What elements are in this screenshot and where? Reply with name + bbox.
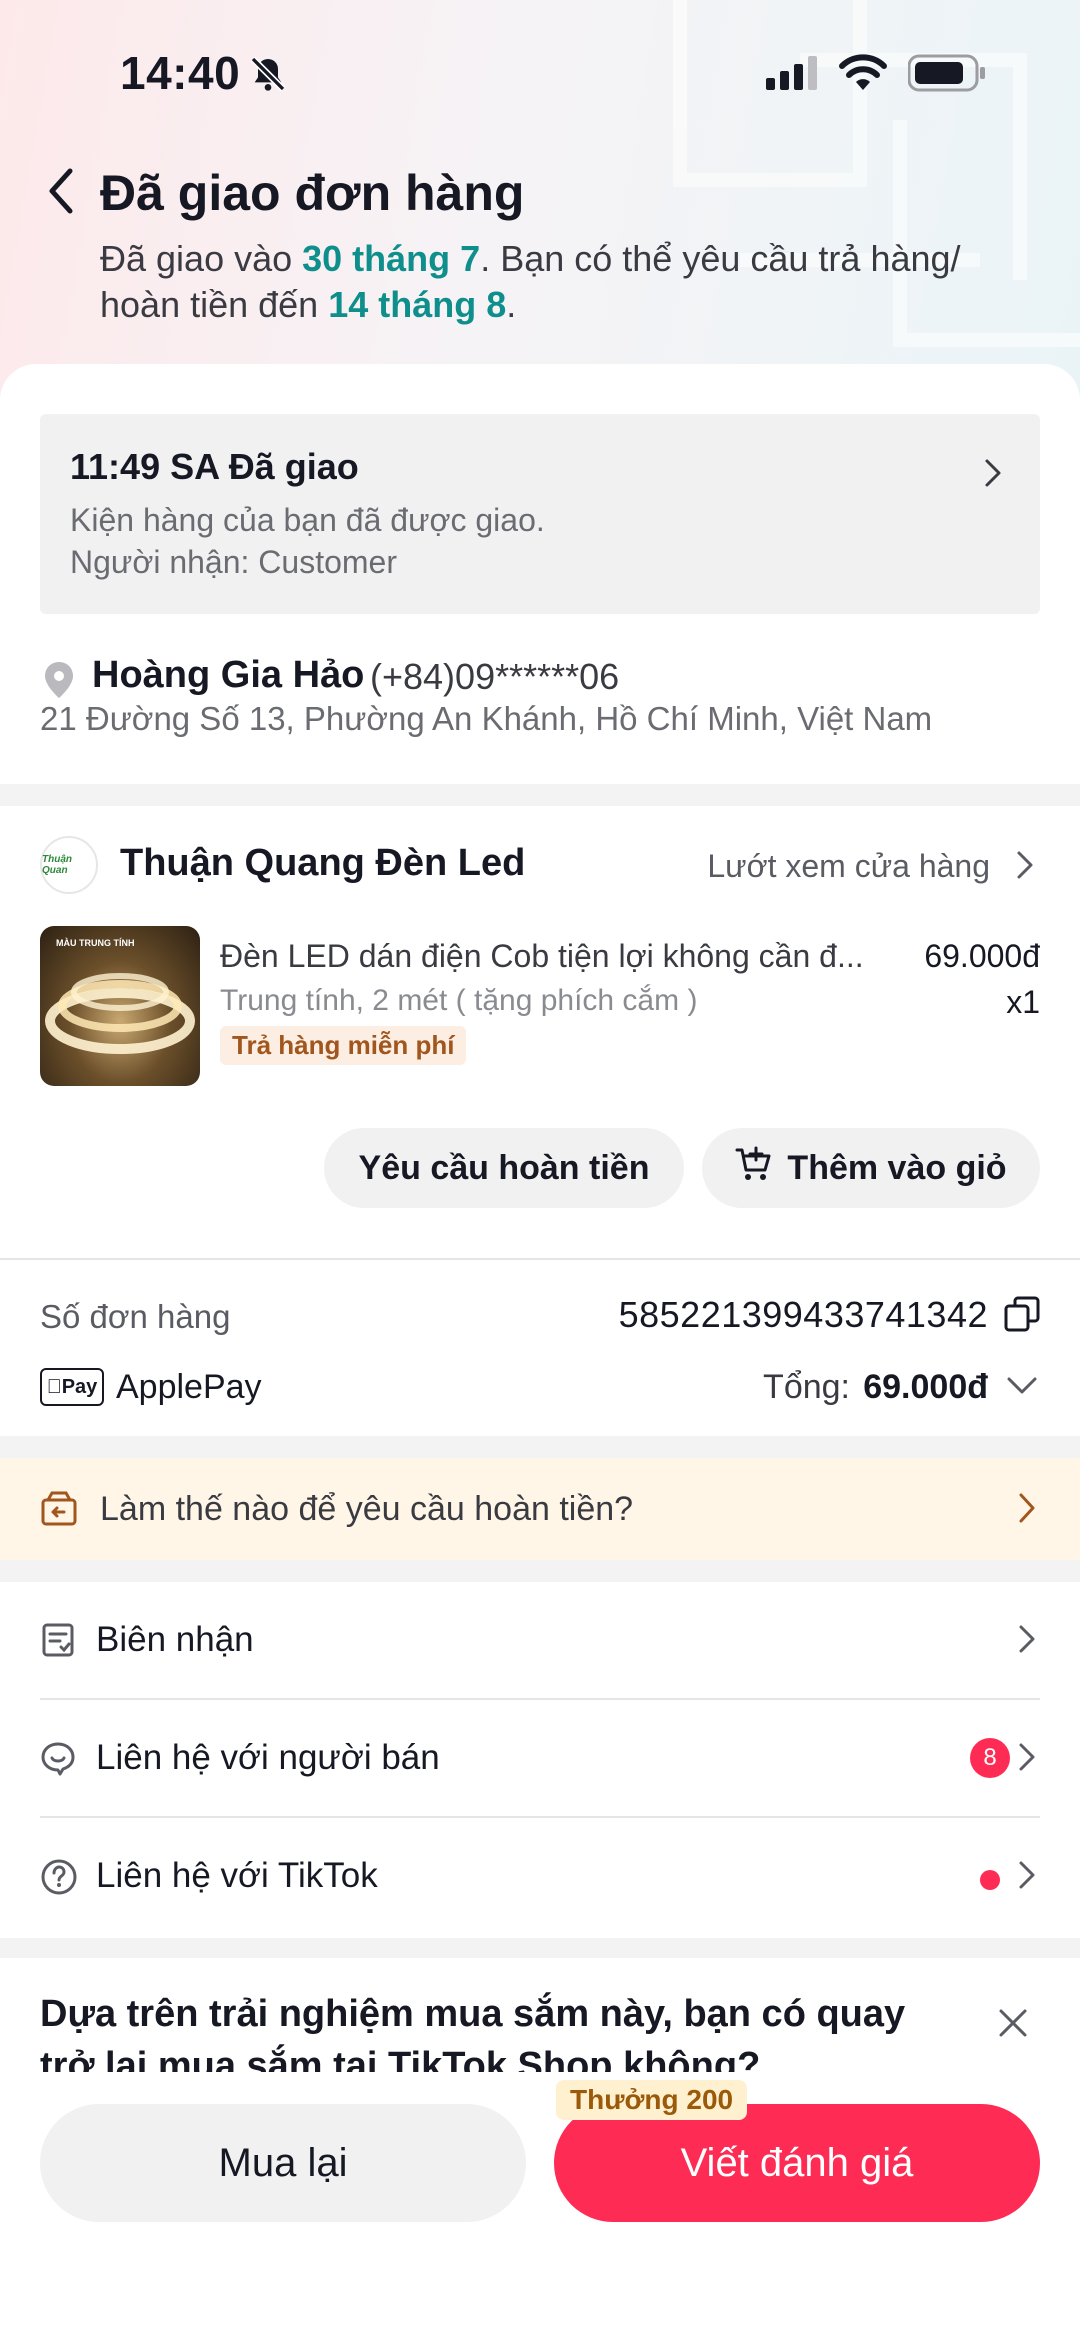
order-number-label: Số đơn hàng	[40, 1298, 231, 1335]
recipient-name: Hoàng Gia Hảo	[92, 654, 365, 696]
buy-again-button[interactable]: Mua lại	[40, 2104, 526, 2222]
refund-help-text: Làm thế nào để yêu cầu hoàn tiền?	[100, 1490, 634, 1528]
delivery-message: Kiện hàng của bạn đã được giao.	[70, 502, 545, 538]
notification-dot	[980, 1870, 1000, 1890]
chat-bubble-icon	[40, 1740, 76, 1781]
copy-icon[interactable]	[1004, 1296, 1040, 1337]
apple-logo-icon: 	[47, 1376, 62, 1399]
receipt-row[interactable]: Biên nhận	[40, 1582, 1040, 1700]
delivery-recipient: Người nhận: Customer	[70, 544, 397, 580]
chevron-right-icon	[984, 458, 1002, 493]
chevron-right-icon	[1018, 1742, 1036, 1777]
address-line: 21 Đường Số 13, Phường An Khánh, Hồ Chí …	[40, 700, 933, 737]
chevron-left-icon	[49, 168, 73, 214]
request-refund-label: Yêu cầu hoàn tiền	[358, 1148, 650, 1187]
unread-count-badge: 8	[970, 1738, 1010, 1778]
chevron-right-icon	[1018, 1624, 1036, 1659]
chevron-down-icon[interactable]	[1006, 1376, 1038, 1401]
cart-plus-icon	[735, 1146, 773, 1191]
bottom-action-bar: Mua lại Viết đánh giá Thưởng 200	[0, 2072, 1080, 2340]
contact-seller-label: Liên hệ với người bán	[96, 1738, 440, 1777]
contact-tiktok-label: Liên hệ với TikTok	[96, 1856, 378, 1895]
store-logo: Thuận Quan	[40, 836, 98, 894]
wifi-icon	[838, 52, 888, 97]
product-image-label: MÀU TRUNG TÍNH	[56, 938, 135, 948]
subtitle-text: Đã giao vào	[100, 238, 303, 279]
location-pin-icon	[44, 662, 74, 703]
led-strip-illustration: MÀU TRUNG TÍNH	[45, 938, 195, 1054]
receipt-label: Biên nhận	[96, 1620, 254, 1659]
order-number: 585221399433741342	[618, 1294, 988, 1335]
product-variant: Trung tính, 2 mét ( tặng phích cắm )	[220, 984, 698, 1017]
recipient-phone: (+84)09******06	[370, 656, 620, 697]
return-box-icon	[40, 1490, 78, 1533]
subtitle-text: .	[506, 284, 517, 325]
delivery-status: 11:49 SA Đã giao	[70, 446, 359, 487]
chevron-right-icon	[1018, 1860, 1036, 1895]
add-to-cart-button[interactable]: Thêm vào giỏ	[702, 1128, 1040, 1208]
help-circle-icon	[40, 1858, 78, 1901]
reward-badge: Thưởng 200	[556, 2080, 748, 2120]
back-button[interactable]	[36, 166, 86, 216]
contact-seller-row[interactable]: Liên hệ với người bán 8	[40, 1700, 1040, 1818]
delivery-status-box[interactable]: 11:49 SA Đã giao Kiện hàng của bạn đã đư…	[40, 414, 1040, 614]
add-to-cart-label: Thêm vào giỏ	[787, 1148, 1007, 1187]
page-title: Đã giao đơn hàng	[100, 165, 525, 221]
status-bar: 14:40	[0, 0, 1080, 140]
chevron-right-icon	[1016, 850, 1034, 885]
product-title[interactable]: Đèn LED dán điện Cob tiện lợi không cần …	[220, 938, 890, 975]
payment-method: ApplePay	[116, 1368, 262, 1406]
refund-help-banner[interactable]: Làm thế nào để yêu cầu hoàn tiền?	[0, 1458, 1080, 1560]
product-quantity: x1	[1006, 984, 1040, 1020]
close-icon[interactable]	[998, 2008, 1028, 2043]
browse-store-link[interactable]: Lướt xem cửa hàng	[707, 848, 990, 885]
pay-logo-text: Pay	[54, 1375, 98, 1398]
total-label: Tổng:	[763, 1368, 850, 1406]
product-price: 69.000đ	[924, 938, 1040, 974]
signal-icon	[766, 56, 822, 95]
delivery-card: 11:49 SA Đã giao Kiện hàng của bạn đã đư…	[0, 364, 1080, 784]
total-value: 69.000đ	[863, 1368, 988, 1406]
delivered-date: 30 tháng 7	[302, 238, 481, 279]
write-review-button[interactable]: Viết đánh giá	[554, 2104, 1040, 2222]
status-time: 14:40	[120, 47, 241, 99]
order-info: Số đơn hàng 585221399433741342 Pay Appl…	[0, 1260, 1080, 1436]
receipt-icon	[40, 1622, 76, 1663]
refund-deadline: 14 tháng 8	[328, 284, 507, 325]
bell-off-icon	[248, 54, 288, 99]
page-subtitle: Đã giao vào 30 tháng 7. Bạn có thể yêu c…	[100, 236, 1020, 328]
free-return-badge: Trả hàng miễn phí	[220, 1026, 467, 1065]
support-links: Biên nhận Liên hệ với người bán 8 Liên h…	[0, 1582, 1080, 1938]
chevron-right-icon	[1018, 1492, 1036, 1529]
product-image[interactable]: MÀU TRUNG TÍNH	[40, 926, 200, 1086]
request-refund-button[interactable]: Yêu cầu hoàn tiền	[324, 1128, 684, 1208]
store-card: Thuận Quan Thuận Quang Đèn Led Lướt xem …	[0, 806, 1080, 1258]
write-review-label: Viết đánh giá	[680, 2140, 914, 2185]
store-name[interactable]: Thuận Quang Đèn Led	[120, 842, 525, 885]
contact-tiktok-row[interactable]: Liên hệ với TikTok	[40, 1818, 1040, 1936]
buy-again-label: Mua lại	[218, 2140, 348, 2185]
battery-icon	[907, 54, 986, 97]
apple-pay-logo: Pay	[40, 1368, 104, 1406]
